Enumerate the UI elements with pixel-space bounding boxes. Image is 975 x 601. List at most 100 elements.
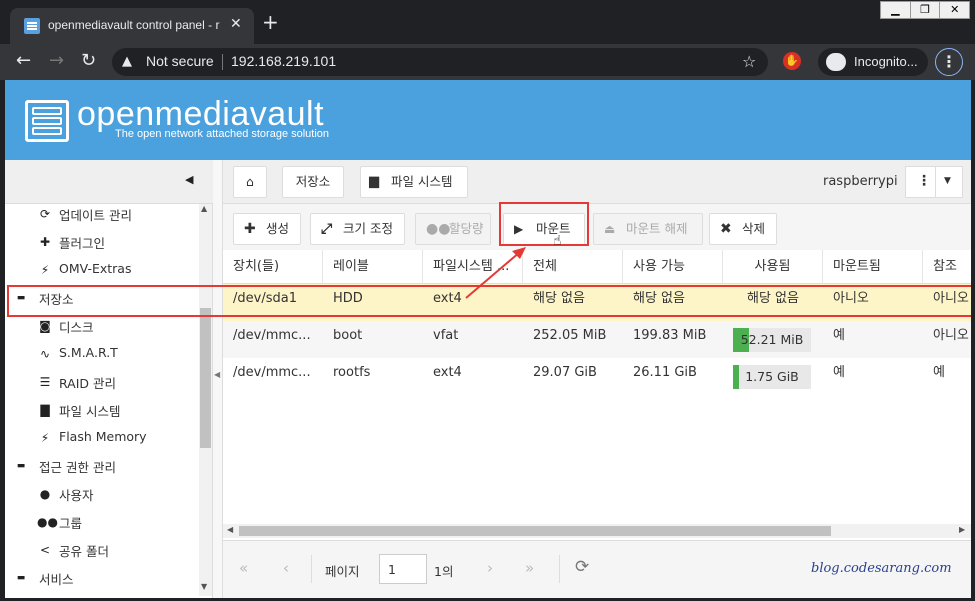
- url-text[interactable]: 192.168.219.101: [231, 53, 336, 69]
- sidebar-item-7[interactable]: ▇ 파일 시스템: [5, 396, 199, 424]
- sidebar-item-label: S.M.A.R.T: [59, 345, 118, 360]
- address-separator: [222, 54, 223, 70]
- next-page-icon[interactable]: ›: [487, 559, 493, 577]
- security-label[interactable]: Not secure: [146, 53, 214, 69]
- warning-icon[interactable]: ▲: [122, 54, 132, 69]
- sidebar-item-13[interactable]: ▬ 서비스: [5, 564, 199, 592]
- table-cell: /dev/mmc...: [233, 328, 311, 343]
- column-header[interactable]: 사용됨: [723, 250, 823, 284]
- sidebar-item-label: 파일 시스템: [59, 404, 121, 419]
- delete-button[interactable]: ✖ 삭제: [709, 213, 777, 245]
- table-cell: 252.05 MiB: [533, 328, 607, 343]
- last-page-icon[interactable]: »: [525, 559, 534, 577]
- sidebar-item-5[interactable]: ∿ S.M.A.R.T: [5, 340, 199, 368]
- table-cell: ext4: [433, 365, 462, 380]
- eject-icon: ⏏: [604, 222, 616, 236]
- hscroll-thumb[interactable]: [239, 526, 831, 536]
- scroll-left-icon[interactable]: ◀: [227, 525, 233, 534]
- sidebar-item-10[interactable]: ● 사용자: [5, 480, 199, 508]
- table-row[interactable]: /dev/mmc... rootfs ext4 29.07 GiB 26.11 GiB 1…: [223, 358, 971, 395]
- window-close-button[interactable]: ✕: [940, 2, 969, 18]
- scroll-right-icon[interactable]: ▶: [959, 525, 965, 534]
- column-header[interactable]: 마운트됨: [823, 250, 923, 284]
- host-menu[interactable]: ⋮ ▼: [905, 166, 963, 198]
- breadcrumb-storage[interactable]: 저장소: [282, 166, 344, 198]
- extension-icon[interactable]: ✋: [783, 52, 801, 70]
- sidebar-item-2[interactable]: ⚡ OMV-Extras: [5, 256, 199, 284]
- quota-label: 할당량: [449, 221, 484, 236]
- page-number-input[interactable]: [379, 554, 427, 584]
- plug-icon: ⚡: [40, 263, 50, 277]
- sidebar-item-label: 공유 폴더: [59, 544, 109, 559]
- refresh-icon[interactable]: ⟳: [575, 557, 589, 577]
- pager-divider: [559, 555, 560, 583]
- maximize-button[interactable]: ❐: [911, 2, 941, 18]
- kebab-menu-icon[interactable]: ⋮: [917, 173, 931, 189]
- chevron-down-icon[interactable]: ▼: [944, 176, 951, 186]
- table-cell: 예: [833, 328, 845, 343]
- sidebar-item-1[interactable]: ✚ 플러그인: [5, 228, 199, 256]
- scroll-down-icon[interactable]: ▼: [201, 582, 207, 591]
- table-cell: vfat: [433, 328, 459, 343]
- quota-button[interactable]: ●● 할당량: [415, 213, 491, 245]
- forward-arrow-icon[interactable]: →: [49, 52, 64, 70]
- column-header[interactable]: 파일시스템 ...: [423, 250, 523, 284]
- address-bar[interactable]: ▲ Not secure 192.168.219.101 ☆: [112, 48, 768, 76]
- sidebar-item-9[interactable]: ▬ 접근 권한 관리: [5, 452, 199, 480]
- browser-menu-icon[interactable]: ⋮: [935, 48, 963, 76]
- panel-splitter[interactable]: ◀: [213, 160, 223, 598]
- sidebar-item-0[interactable]: ⟳ 업데이트 관리: [5, 204, 199, 228]
- table-cell: 예: [933, 365, 945, 380]
- usage-bar: 52.21 MiB: [733, 328, 811, 352]
- sidebar-item-label: 서비스: [39, 572, 74, 587]
- first-page-icon[interactable]: «: [239, 559, 248, 577]
- sidebar-item-8[interactable]: ⚡ Flash Memory: [5, 424, 199, 452]
- collapse-icon: ▬: [16, 461, 26, 471]
- resize-button[interactable]: ⤢ 크기 조정: [310, 213, 405, 245]
- back-arrow-icon[interactable]: ←: [16, 52, 31, 70]
- main-panel: ⌂ 저장소 ▆ 파일 시스템 raspberrypi ⋮ ▼ ✚ 생성 ⤢ 크기…: [223, 160, 971, 598]
- flash-icon: ⚡: [40, 431, 50, 445]
- sidebar-item-12[interactable]: < 공유 폴더: [5, 536, 199, 564]
- column-header[interactable]: 참조: [923, 250, 971, 284]
- new-tab-button[interactable]: +: [262, 12, 279, 32]
- sidebar-item-11[interactable]: ●● 그룹: [5, 508, 199, 536]
- browser-tab[interactable]: openmediavault control panel - r ✕: [10, 8, 254, 44]
- omv-logo-icon: [25, 100, 69, 142]
- tab-close-icon[interactable]: ✕: [230, 16, 242, 32]
- reload-icon[interactable]: ↻: [81, 52, 96, 70]
- home-icon[interactable]: ⌂: [233, 166, 267, 198]
- column-header[interactable]: 레이블: [323, 250, 423, 284]
- bookmark-star-icon[interactable]: ☆: [742, 52, 756, 71]
- omv-app: openmediavault The open network attached…: [5, 80, 971, 598]
- table-cell: 1.75 GiB: [723, 358, 823, 395]
- horizontal-scrollbar[interactable]: ◀ ▶: [223, 524, 971, 538]
- page-of-label: 1의: [434, 564, 454, 579]
- prev-page-icon[interactable]: ‹: [283, 559, 289, 577]
- breadcrumb-filesystem-label: 파일 시스템: [391, 174, 453, 189]
- sidebar-item-label: 그룹: [59, 516, 83, 531]
- minimize-button[interactable]: ▁: [881, 2, 911, 18]
- collapse-left-icon[interactable]: ◀: [185, 173, 193, 186]
- incognito-indicator[interactable]: Incognito...: [818, 48, 928, 76]
- breadcrumb-filesystem[interactable]: ▆ 파일 시스템: [360, 166, 468, 198]
- scroll-thumb[interactable]: [200, 308, 211, 448]
- collapse-icon: ▬: [16, 573, 26, 583]
- window-controls: ▁ ❐ ✕: [880, 1, 970, 19]
- create-button[interactable]: ✚ 생성: [233, 213, 301, 245]
- sidebar-scrollbar[interactable]: ▲ ▼: [199, 204, 212, 596]
- table-row[interactable]: /dev/mmc... boot vfat 252.05 MiB 199.83 MiB 5…: [223, 321, 971, 358]
- create-label: 생성: [266, 221, 290, 236]
- splitter-arrow-icon[interactable]: ◀: [214, 370, 220, 379]
- sidebar-item-6[interactable]: ☰ RAID 관리: [5, 368, 199, 396]
- delete-label: 삭제: [742, 221, 766, 236]
- users-icon: ●●: [426, 221, 451, 237]
- unmount-label: 마운트 해제: [626, 221, 688, 236]
- unmount-button[interactable]: ⏏ 마운트 해제: [593, 213, 703, 245]
- table-cell: 26.11 GiB: [633, 365, 697, 380]
- app-header: openmediavault The open network attached…: [5, 80, 971, 160]
- scroll-up-icon[interactable]: ▲: [201, 204, 207, 213]
- column-header[interactable]: 사용 가능: [623, 250, 723, 284]
- column-header[interactable]: 전체: [523, 250, 623, 284]
- column-header[interactable]: 장치(들): [223, 250, 323, 284]
